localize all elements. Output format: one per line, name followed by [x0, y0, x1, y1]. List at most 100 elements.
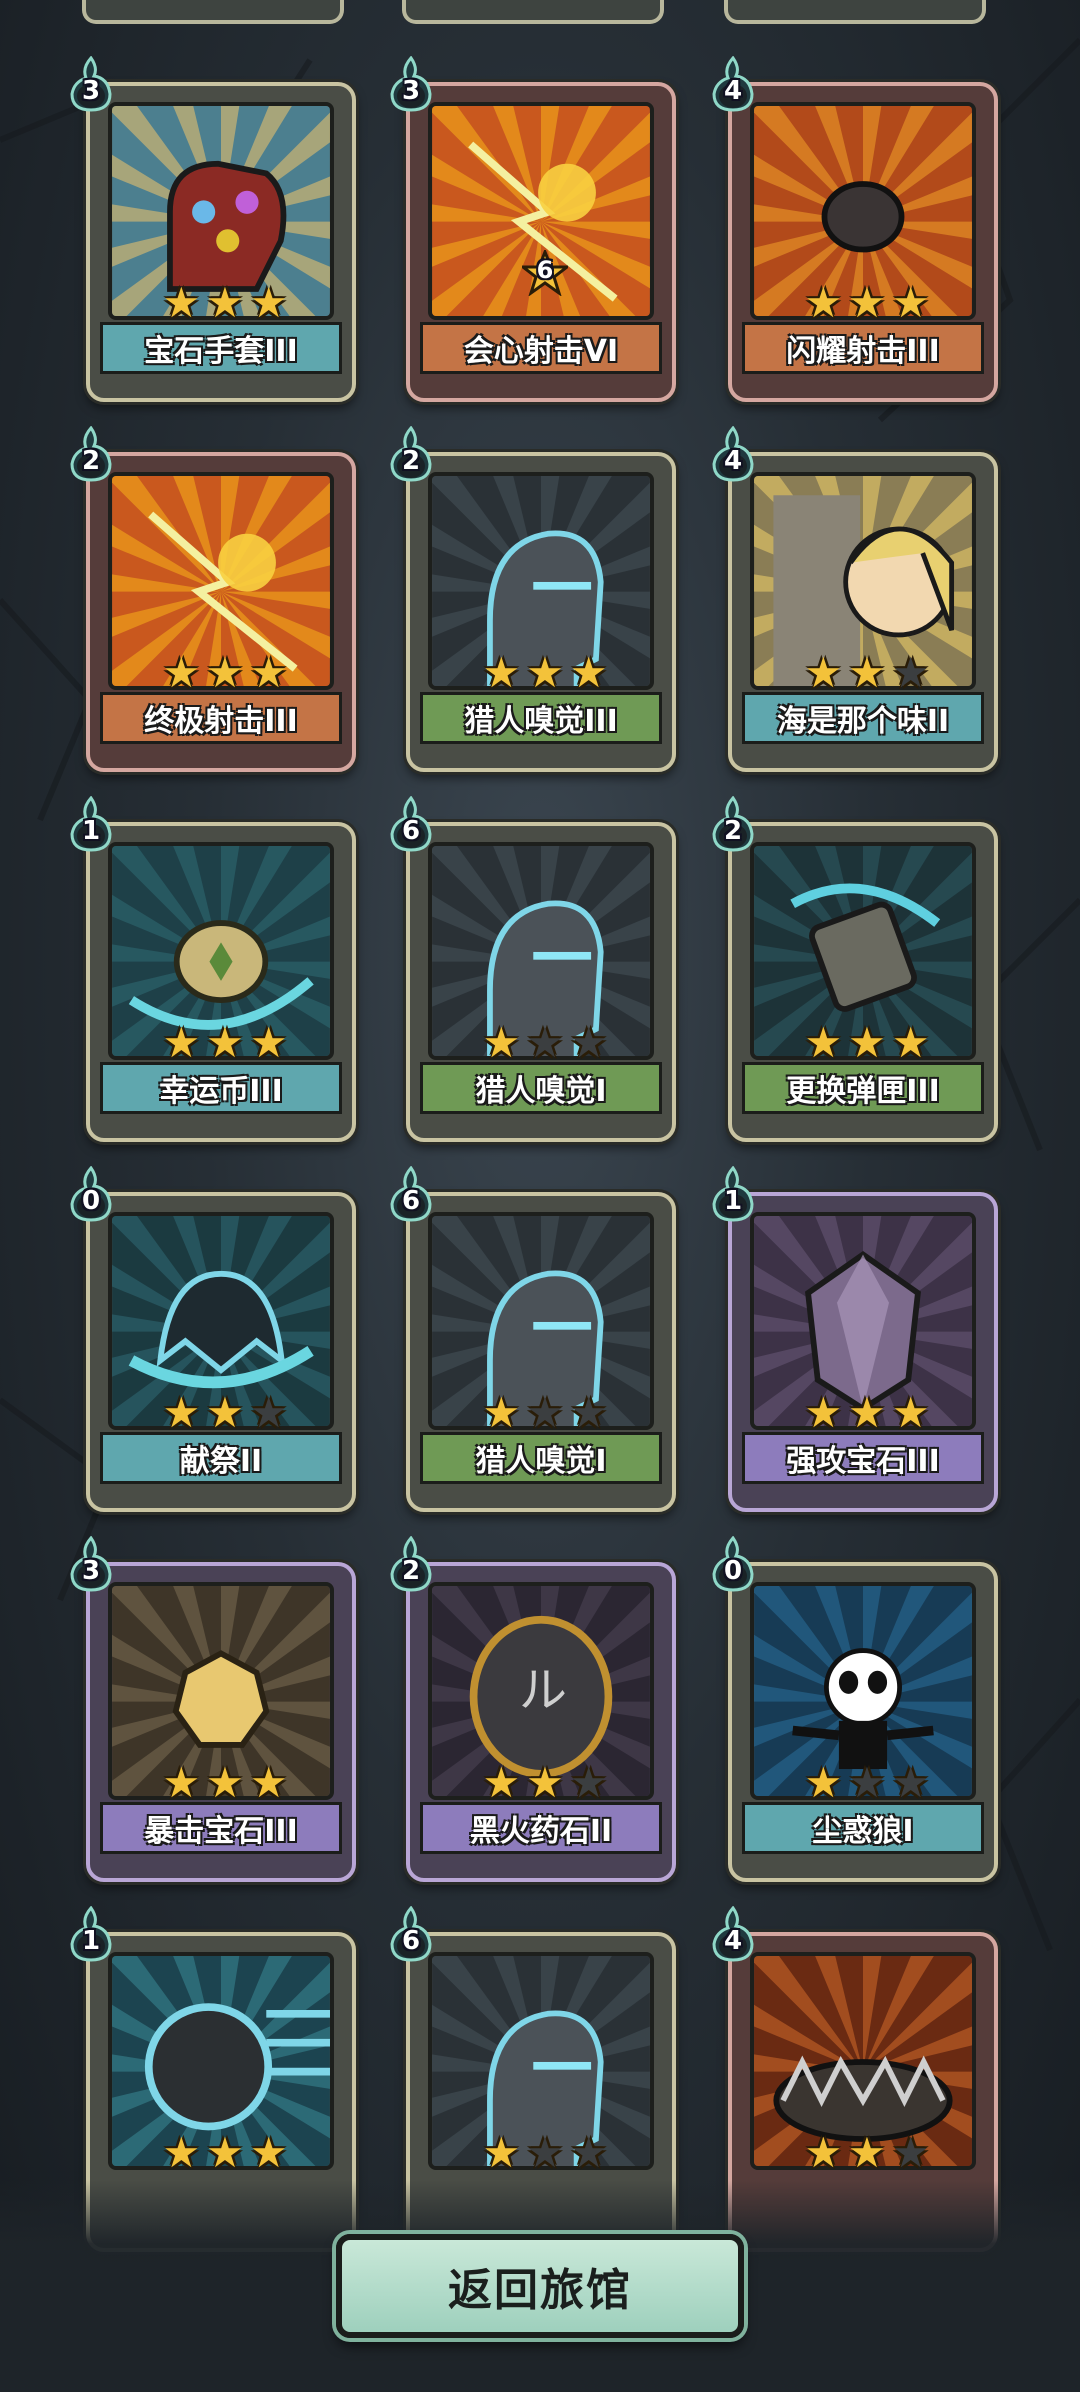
- energy-cost-value: 6: [401, 816, 421, 846]
- energy-cost-badge: 0: [710, 1536, 756, 1592]
- skill-card[interactable]: ★ ★ ★ 猎人嗅觉III: [406, 452, 676, 772]
- skill-card[interactable]: ★ ★ ★ 幸运币III: [86, 822, 356, 1142]
- energy-cost-value: 3: [401, 76, 421, 106]
- star-filled-icon: ★: [249, 1758, 288, 1807]
- star-empty-icon: ★: [891, 648, 930, 697]
- energy-cost-value: 3: [81, 76, 101, 106]
- star-empty-icon: ★: [569, 1758, 608, 1807]
- star-filled-icon: ★: [526, 1758, 564, 1807]
- skill-card[interactable]: ★ ★ ★ 宝石手套III: [86, 82, 356, 402]
- energy-cost-badge: 0: [68, 1166, 114, 1222]
- card-name: 黑火药石II: [420, 1802, 662, 1854]
- energy-cost-badge: 1: [710, 1166, 756, 1222]
- star-filled-icon: ★: [848, 1388, 886, 1437]
- card-name: 闪耀射击III: [742, 322, 984, 374]
- star-empty-icon: ★: [891, 1758, 930, 1807]
- skill-card[interactable]: 6 会心射击VI: [406, 82, 676, 402]
- skill-card[interactable]: ★ ★ ★ 尘惑狼I: [728, 1562, 998, 1882]
- skill-card[interactable]: ★ ★ ★ 更换弹匣III: [728, 822, 998, 1142]
- star-filled-icon: ★: [482, 1758, 521, 1807]
- star-filled-icon: ★: [162, 2128, 201, 2177]
- star-rating: ★ ★ ★: [410, 2128, 672, 2177]
- star-filled-icon: ★: [804, 648, 843, 697]
- star-rating: ★ ★ ★: [90, 648, 352, 697]
- skill-card[interactable]: ★ ★ ★ 猎人嗅觉I: [406, 1192, 676, 1512]
- star-filled-icon: ★: [249, 648, 288, 697]
- skill-card[interactable]: ★ ★ ★ 猎人嗅觉I: [406, 822, 676, 1142]
- card-partial-top[interactable]: [724, 0, 986, 24]
- star-filled-icon: ★: [891, 1018, 930, 1067]
- star-filled-icon: ★: [569, 648, 608, 697]
- skill-card[interactable]: ★ ★ ★ 献祭II: [86, 1192, 356, 1512]
- card-name: 猎人嗅觉I: [420, 1062, 662, 1114]
- energy-cost-value: 1: [81, 816, 101, 846]
- card-name: 猎人嗅觉I: [420, 1432, 662, 1484]
- skill-card[interactable]: ★ ★ ★ 终极射击III: [86, 452, 356, 772]
- energy-cost-value: 2: [401, 1556, 421, 1586]
- star-rating: ★ ★ ★: [90, 278, 352, 327]
- skill-card[interactable]: ★ ★ ★ 闪耀射击III: [728, 82, 998, 402]
- star-filled-icon: ★: [804, 1758, 843, 1807]
- energy-cost-value: 1: [81, 1926, 101, 1956]
- energy-cost-badge: 1: [68, 1906, 114, 1962]
- star-filled-icon: ★: [482, 2128, 521, 2177]
- star-filled-icon: ★: [848, 2128, 886, 2177]
- star-filled-icon: ★: [206, 1758, 244, 1807]
- star-rating: ★ ★ ★: [410, 1018, 672, 1067]
- star-filled-icon: ★: [526, 648, 564, 697]
- star-rating: ★ ★ ★: [732, 1758, 994, 1807]
- star-empty-icon: ★: [891, 2128, 930, 2177]
- energy-cost-badge: 2: [710, 796, 756, 852]
- star-empty-icon: ★: [569, 1018, 608, 1067]
- energy-cost-badge: 1: [68, 796, 114, 852]
- star-empty-icon: ★: [569, 2128, 608, 2177]
- star-empty-icon: ★: [249, 1388, 288, 1437]
- energy-cost-badge: 4: [710, 426, 756, 482]
- star-filled-icon: ★: [249, 2128, 288, 2177]
- skill-card[interactable]: ★ ★ ★ 海是那个味II: [728, 452, 998, 772]
- card-partial-top[interactable]: [82, 0, 344, 24]
- energy-cost-badge: 6: [388, 796, 434, 852]
- energy-cost-badge: 3: [388, 56, 434, 112]
- star-rating: ★ ★ ★: [90, 1022, 352, 1064]
- star-rating: ★ ★ ★: [90, 1388, 352, 1437]
- skill-card[interactable]: ル ★ ★ ★ 黑火药石II: [406, 1562, 676, 1882]
- star-rating: ★ ★ ★: [410, 1758, 672, 1807]
- energy-cost-value: 2: [401, 446, 421, 476]
- star-rating: ★ ★ ★: [732, 648, 994, 697]
- card-name: 会心射击VI: [420, 322, 662, 374]
- return-to-inn-button[interactable]: 返回旅馆: [336, 2234, 744, 2338]
- card-name: 海是那个味II: [742, 692, 984, 744]
- card-partial-top[interactable]: [402, 0, 664, 24]
- star-filled-icon: ★: [804, 1018, 843, 1067]
- star-filled-icon: ★: [162, 1758, 201, 1807]
- card-name: 终极射击III: [100, 692, 342, 744]
- star-filled-icon: ★: [848, 1018, 886, 1067]
- star-empty-icon: ★: [526, 1388, 564, 1437]
- star-filled-icon: ★: [206, 1388, 244, 1437]
- star-filled-icon: ★: [249, 278, 288, 327]
- star-empty-icon: ★: [569, 1388, 608, 1437]
- star-filled-icon: ★: [206, 2128, 244, 2177]
- star-empty-icon: ★: [526, 1018, 564, 1067]
- card-name: 宝石手套III: [100, 322, 342, 374]
- energy-cost-badge: 6: [388, 1906, 434, 1962]
- star-filled-icon: ★: [804, 1388, 843, 1437]
- level-star-badge: 6: [518, 247, 572, 297]
- star-filled-icon: ★: [891, 278, 930, 327]
- energy-cost-value: 3: [81, 1556, 101, 1586]
- skill-card[interactable]: ★ ★ ★ 暴击宝石III: [86, 1562, 356, 1882]
- energy-cost-badge: 2: [388, 426, 434, 482]
- energy-cost-value: 4: [723, 446, 743, 476]
- energy-cost-badge: 4: [710, 56, 756, 112]
- energy-cost-badge: 2: [68, 426, 114, 482]
- star-filled-icon: ★: [206, 648, 244, 697]
- card-name: 强攻宝石III: [742, 1432, 984, 1484]
- skill-card[interactable]: ★ ★ ★ 强攻宝石III: [728, 1192, 998, 1512]
- card-name: 更换弹匣III: [742, 1062, 984, 1114]
- star-rating: ★ ★ ★: [732, 2128, 994, 2177]
- star-filled-icon: ★: [162, 278, 201, 327]
- star-filled-icon: ★: [804, 278, 843, 327]
- star-rating: ★ ★ ★: [410, 648, 672, 697]
- star-filled-icon: ★: [848, 648, 886, 697]
